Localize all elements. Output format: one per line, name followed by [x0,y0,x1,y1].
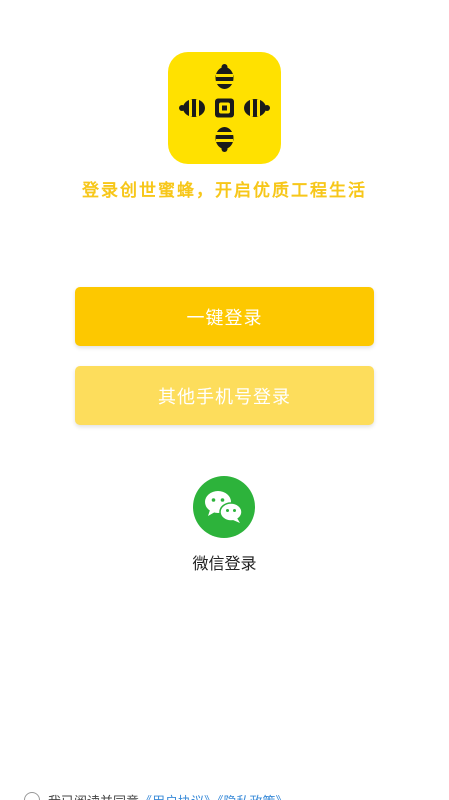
one-click-login-button[interactable]: 一键登录 [75,287,374,346]
one-click-login-label: 一键登录 [186,307,263,329]
wechat-login-label: 微信登录 [192,554,257,573]
agreement-row: 我已阅读并同意 《用户协议》《隐私政策》 [24,790,444,800]
app-logo [168,52,281,164]
login-page: 登录创世蜜蜂，开启优质工程生活 一键登录 其他手机号登录 微信登录 我已阅读并同… [0,0,449,800]
agreement-checkbox[interactable] [24,792,40,800]
other-phone-login-label: 其他手机号登录 [158,386,291,408]
slogan-text: 登录创世蜜蜂，开启优质工程生活 [82,181,367,201]
wechat-login-button[interactable] [193,476,255,538]
wechat-icon [205,491,243,523]
agreement-links[interactable]: 《用户协议》《隐私政策》 [139,791,289,800]
bee-cross-icon [179,64,270,152]
other-phone-login-button[interactable]: 其他手机号登录 [75,366,374,425]
agreement-prefix: 我已阅读并同意 [48,791,139,800]
